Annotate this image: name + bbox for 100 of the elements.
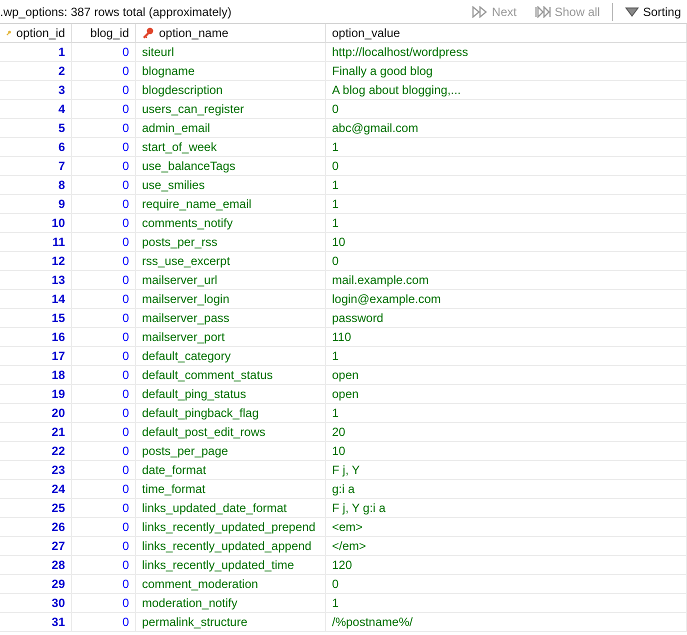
table-cell: links_recently_updated_time [136,556,326,574]
table-cell: 0 [72,157,136,175]
table-cell: 0 [72,499,136,517]
table-cell: abc@gmail.com [326,119,687,137]
table-cell: 7 [0,157,72,175]
table-cell: 0 [72,366,136,384]
table-cell: 0 [72,594,136,612]
table-cell: 1 [326,138,687,156]
table-cell: 120 [326,556,687,574]
table-cell: 30 [0,594,72,612]
table-cell: posts_per_page [136,442,326,460]
table-cell: mailserver_pass [136,309,326,327]
table-cell: 1 [326,195,687,213]
table-cell: moderation_notify [136,594,326,612]
table-cell: http://localhost/wordpress [326,43,687,61]
table-cell: open [326,366,687,384]
table-cell: 1 [326,404,687,422]
table-cell: A blog about blogging,... [326,81,687,99]
column-header[interactable]: option_id [0,24,72,42]
column-header[interactable]: option_name [136,24,326,42]
table-cell: admin_email [136,119,326,137]
table-cell: 1 [326,176,687,194]
triangle-down-icon [624,6,639,16]
table-cell: default_post_edit_rows [136,423,326,441]
table-cell: time_format [136,480,326,498]
table-cell: g:i a [326,480,687,498]
table-cell: F j, Y [326,461,687,479]
table-cell: 0 [72,176,136,194]
table-cell: password [326,309,687,327]
fast-forward-icon [472,6,488,18]
table-cell: default_ping_status [136,385,326,403]
table-cell: 16 [0,328,72,346]
table-cell: 0 [72,233,136,251]
table-cell: 0 [72,195,136,213]
table-cell: posts_per_rss [136,233,326,251]
table-cell: 10 [0,214,72,232]
table-cell: start_of_week [136,138,326,156]
table-cell: 14 [0,290,72,308]
table-cell: links_updated_date_format [136,499,326,517]
table-cell: 0 [72,404,136,422]
table-cell: mail.example.com [326,271,687,289]
key-icon [142,27,154,39]
table-cell: use_balanceTags [136,157,326,175]
table-cell: 0 [72,423,136,441]
table-cell: 25 [0,499,72,517]
table-cell: use_smilies [136,176,326,194]
table-cell: comments_notify [136,214,326,232]
table-cell: 31 [0,613,72,631]
table-cell: 6 [0,138,72,156]
table-cell: 0 [72,575,136,593]
table-cell: 12 [0,252,72,270]
table-cell: 15 [0,309,72,327]
sorting-button[interactable]: Sorting [618,2,687,20]
table-cell: 9 [0,195,72,213]
table-cell: 0 [72,252,136,270]
table-cell: 20 [0,404,72,422]
table-cell: 0 [72,43,136,61]
table-cell: 5 [0,119,72,137]
table-cell: 0 [72,290,136,308]
table-cell: mailserver_url [136,271,326,289]
table-cell: 8 [0,176,72,194]
table-cell: blogdescription [136,81,326,99]
table-cell: 23 [0,461,72,479]
table-cell: rss_use_excerpt [136,252,326,270]
table-cell: require_name_email [136,195,326,213]
table-cell: 10 [326,233,687,251]
table-cell: 0 [72,518,136,536]
table-cell: 0 [72,613,136,631]
column-header[interactable]: option_value [326,24,687,42]
table-cell: 1 [326,347,687,365]
table-cell: 19 [0,385,72,403]
table-cell: 0 [72,328,136,346]
table-cell: default_category [136,347,326,365]
table-cell: 110 [326,328,687,346]
table-cell: 0 [72,309,136,327]
table-cell: 0 [72,537,136,555]
table-cell: 17 [0,347,72,365]
table-cell: login@example.com [326,290,687,308]
skip-icon [534,6,551,18]
table-cell: 3 [0,81,72,99]
table-cell: 0 [326,252,687,270]
table-cell: 0 [72,442,136,460]
table-cell: permalink_structure [136,613,326,631]
table-cell: date_format [136,461,326,479]
table-cell: 0 [326,100,687,118]
table-cell: 24 [0,480,72,498]
table-cell: open [326,385,687,403]
table-cell: 0 [326,157,687,175]
table-cell: 0 [72,119,136,137]
table-cell: 11 [0,233,72,251]
table-cell: 27 [0,537,72,555]
table-cell: 0 [72,385,136,403]
table-cell: 10 [326,442,687,460]
column-header[interactable]: blog_id [72,24,136,42]
table-cell: 29 [0,575,72,593]
table-cell: 0 [72,271,136,289]
table-cell: mailserver_login [136,290,326,308]
table-cell: 0 [72,100,136,118]
table-cell: Finally a good blog [326,62,687,80]
table-cell: 20 [326,423,687,441]
